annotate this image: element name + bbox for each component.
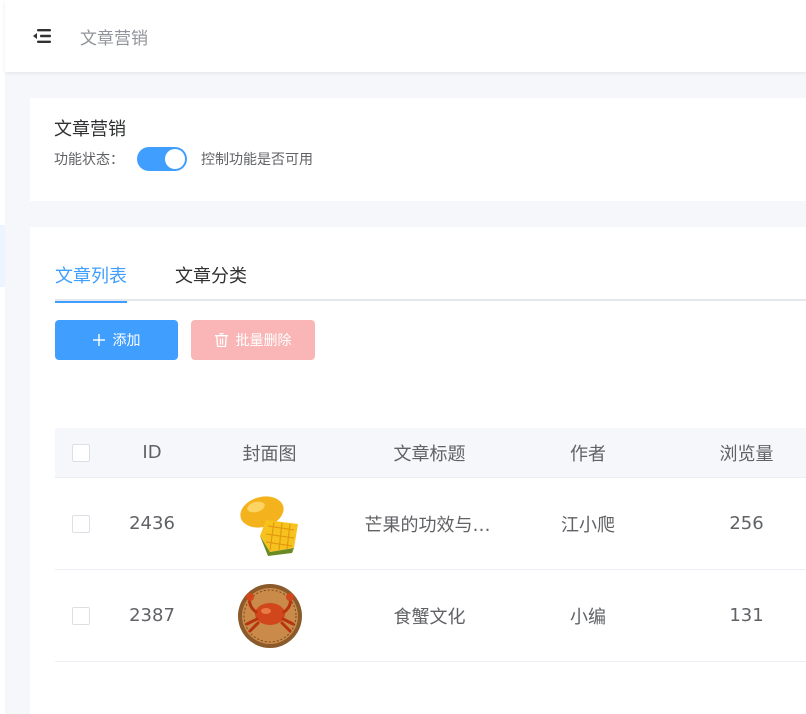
row-checkbox[interactable] bbox=[72, 606, 90, 625]
article-table: ID 封面图 文章标题 作者 浏览量 2436 芒果的功效与作用 江小爬 256… bbox=[55, 428, 806, 662]
row-id: 2436 bbox=[129, 513, 175, 534]
add-button[interactable]: 添加 bbox=[55, 320, 178, 360]
row-title: 食蟹文化 bbox=[393, 606, 466, 628]
row-check-cell bbox=[55, 570, 107, 661]
row-check-cell bbox=[55, 478, 107, 569]
row-author: 江小爬 bbox=[561, 514, 615, 536]
batch-delete-label: 批量删除 bbox=[235, 333, 292, 349]
batch-delete-button[interactable]: 批量删除 bbox=[191, 320, 315, 360]
page-title: 文章营销 bbox=[54, 119, 126, 140]
column-header-views: 浏览量 bbox=[719, 443, 774, 465]
select-all-checkbox[interactable] bbox=[72, 443, 90, 462]
row-views: 131 bbox=[729, 605, 764, 626]
toggle-knob bbox=[165, 149, 185, 169]
trash-icon bbox=[214, 333, 228, 347]
row-checkbox[interactable] bbox=[72, 514, 90, 533]
row-title-cell: 芒果的功效与作用 bbox=[342, 478, 517, 569]
header-check-cell bbox=[55, 428, 107, 477]
cover-cell bbox=[197, 570, 342, 661]
tab-article-list[interactable]: 文章列表 bbox=[55, 263, 127, 303]
row-views: 256 bbox=[729, 513, 764, 534]
row-title: 芒果的功效与作用 bbox=[364, 514, 495, 536]
table-row: 2436 芒果的功效与作用 江小爬 256 bbox=[55, 478, 806, 570]
column-header-author: 作者 bbox=[570, 443, 606, 465]
column-header-id: ID bbox=[142, 442, 162, 463]
add-button-label: 添加 bbox=[112, 333, 141, 349]
table-header: ID 封面图 文章标题 作者 浏览量 bbox=[55, 428, 806, 478]
feature-toggle[interactable] bbox=[137, 147, 187, 171]
sidebar-active-accent bbox=[0, 225, 5, 287]
column-header-cover: 封面图 bbox=[242, 443, 297, 465]
row-title-cell: 食蟹文化 bbox=[342, 570, 517, 661]
column-header-title: 文章标题 bbox=[393, 443, 466, 465]
status-label: 功能状态： bbox=[54, 152, 124, 168]
status-card: 文章营销 功能状态： 控制功能是否可用 bbox=[30, 98, 806, 201]
cover-cell bbox=[197, 478, 342, 569]
toggle-description: 控制功能是否可用 bbox=[201, 152, 313, 168]
menu-fold-icon[interactable] bbox=[31, 27, 53, 45]
row-id: 2387 bbox=[129, 605, 175, 626]
row-author: 小编 bbox=[570, 606, 606, 628]
plus-icon bbox=[92, 334, 105, 346]
table-row: 2387 食蟹文化 小编 131 bbox=[55, 570, 806, 662]
tab-bar: 文章列表 文章分类 bbox=[55, 263, 806, 303]
crab-image bbox=[237, 583, 302, 648]
breadcrumb: 文章营销 bbox=[80, 28, 148, 49]
tab-article-category[interactable]: 文章分类 bbox=[175, 263, 247, 301]
status-row: 功能状态： 控制功能是否可用 bbox=[54, 147, 313, 171]
sidebar-edge bbox=[0, 0, 5, 714]
mango-image bbox=[239, 495, 298, 556]
top-header: 文章营销 bbox=[5, 0, 806, 72]
article-list-card: 文章列表 文章分类 添加 批量删除 ID 封面图 文章标题 作者 浏览量 243… bbox=[30, 227, 806, 714]
